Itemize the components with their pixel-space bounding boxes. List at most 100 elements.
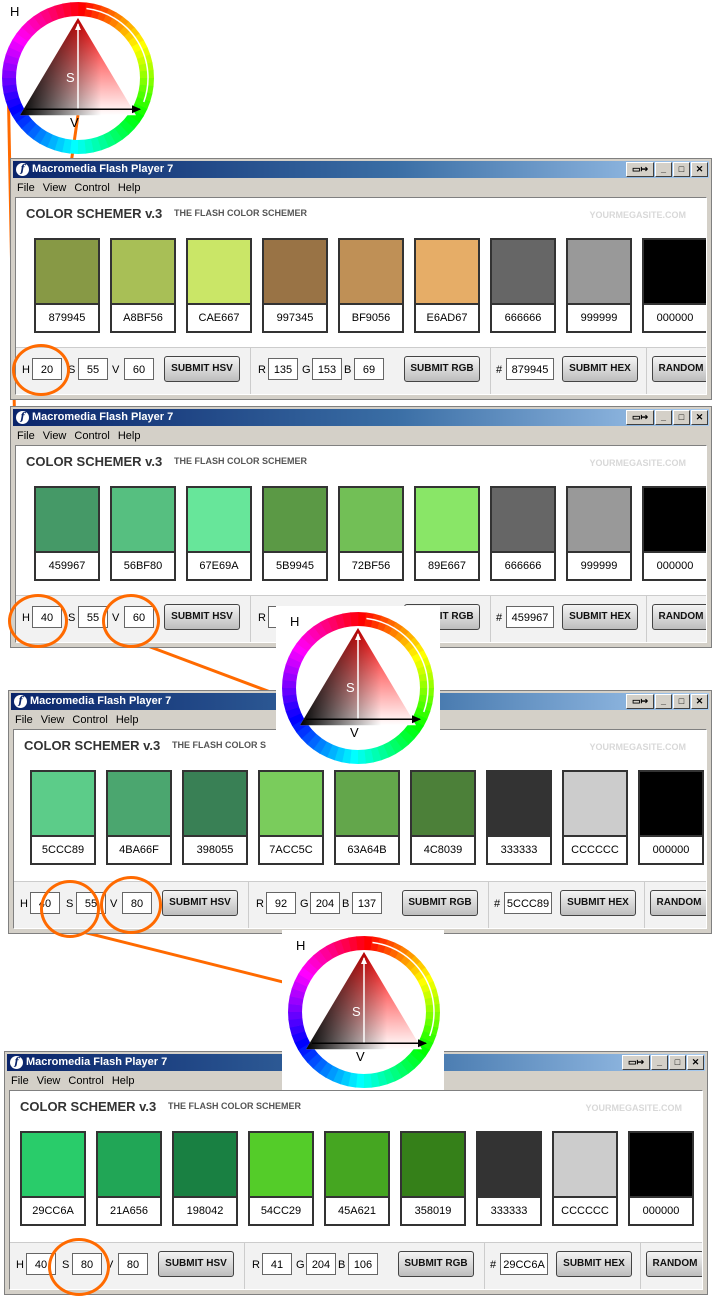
color-swatch[interactable]: CCCCCC — [552, 1131, 618, 1226]
fullscreen-icon[interactable]: ▭↦ — [622, 1055, 650, 1070]
submit-hex-button[interactable]: SUBMIT HEX — [560, 890, 636, 916]
color-swatch[interactable]: 4C8039 — [410, 770, 476, 865]
color-swatch[interactable]: CAE667 — [186, 238, 252, 333]
menu-view[interactable]: View — [43, 179, 67, 197]
minimize-button[interactable]: _ — [655, 410, 672, 425]
color-swatch[interactable]: 21A656 — [96, 1131, 162, 1226]
maximize-button[interactable]: □ — [673, 694, 690, 709]
color-swatch[interactable]: 000000 — [638, 770, 704, 865]
menu-control[interactable]: Control — [74, 179, 109, 197]
submit-hsv-button[interactable]: SUBMIT HSV — [158, 1251, 234, 1277]
color-swatch[interactable]: 56BF80 — [110, 486, 176, 581]
color-swatch[interactable]: 000000 — [642, 486, 706, 581]
submit-hsv-button[interactable]: SUBMIT HSV — [162, 890, 238, 916]
color-swatch[interactable]: CCCCCC — [562, 770, 628, 865]
hex-input[interactable]: 459967 — [506, 606, 554, 628]
color-swatch[interactable]: 333333 — [476, 1131, 542, 1226]
color-swatch[interactable]: 997345 — [262, 238, 328, 333]
submit-rgb-button[interactable]: SUBMIT RGB — [402, 890, 478, 916]
submit-hex-button[interactable]: SUBMIT HEX — [562, 604, 638, 630]
color-swatch[interactable]: 45A621 — [324, 1131, 390, 1226]
color-swatch[interactable]: E6AD67 — [414, 238, 480, 333]
g-input[interactable]: 153 — [312, 358, 342, 380]
r-input[interactable]: 41 — [262, 1253, 292, 1275]
color-swatch[interactable]: 67E69A — [186, 486, 252, 581]
color-swatch[interactable]: 999999 — [566, 486, 632, 581]
b-input[interactable]: 106 — [348, 1253, 378, 1275]
title-bar[interactable]: f Macromedia Flash Player 7 ▭↦ _ □ ✕ — [13, 161, 709, 178]
color-swatch[interactable]: 54CC29 — [248, 1131, 314, 1226]
menu-help[interactable]: Help — [118, 179, 141, 197]
hex-input[interactable]: 29CC6A — [500, 1253, 548, 1275]
submit-hex-button[interactable]: SUBMIT HEX — [562, 356, 638, 382]
color-swatch[interactable]: 000000 — [642, 238, 706, 333]
v-input[interactable]: 60 — [124, 358, 154, 380]
menu-help[interactable]: Help — [112, 1072, 135, 1090]
fullscreen-icon[interactable]: ▭↦ — [626, 162, 654, 177]
fullscreen-icon[interactable]: ▭↦ — [626, 410, 654, 425]
menu-control[interactable]: Control — [74, 427, 109, 445]
color-swatch[interactable]: 999999 — [566, 238, 632, 333]
color-swatch[interactable]: 879945 — [34, 238, 100, 333]
color-swatch[interactable]: 5CCC89 — [30, 770, 96, 865]
minimize-button[interactable]: _ — [655, 162, 672, 177]
g-input[interactable]: 204 — [310, 892, 340, 914]
menu-help[interactable]: Help — [116, 711, 139, 729]
color-swatch[interactable]: 398055 — [182, 770, 248, 865]
maximize-button[interactable]: □ — [673, 162, 690, 177]
menu-file[interactable]: File — [17, 427, 35, 445]
hex-input[interactable]: 5CCC89 — [504, 892, 552, 914]
color-swatch[interactable]: 333333 — [486, 770, 552, 865]
maximize-button[interactable]: □ — [673, 410, 690, 425]
color-swatch[interactable]: 4BA66F — [106, 770, 172, 865]
v-input[interactable]: 80 — [118, 1253, 148, 1275]
b-input[interactable]: 137 — [352, 892, 382, 914]
color-swatch[interactable]: 63A64B — [334, 770, 400, 865]
color-swatch[interactable]: 666666 — [490, 486, 556, 581]
color-swatch[interactable]: 7ACC5C — [258, 770, 324, 865]
g-input[interactable]: 204 — [306, 1253, 336, 1275]
minimize-button[interactable]: _ — [651, 1055, 668, 1070]
random-button[interactable]: RANDOM — [652, 604, 706, 630]
color-swatch[interactable]: 72BF56 — [338, 486, 404, 581]
submit-hsv-button[interactable]: SUBMIT HSV — [164, 356, 240, 382]
color-swatch[interactable]: 5B9945 — [262, 486, 328, 581]
hex-input[interactable]: 879945 — [506, 358, 554, 380]
submit-rgb-button[interactable]: SUBMIT RGB — [398, 1251, 474, 1277]
color-swatch[interactable]: 358019 — [400, 1131, 466, 1226]
fullscreen-icon[interactable]: ▭↦ — [626, 694, 654, 709]
menu-file[interactable]: File — [11, 1072, 29, 1090]
close-button[interactable]: ✕ — [687, 1055, 704, 1070]
r-input[interactable]: 135 — [268, 358, 298, 380]
submit-rgb-button[interactable]: SUBMIT RGB — [404, 356, 480, 382]
s-input[interactable]: 55 — [78, 358, 108, 380]
menu-help[interactable]: Help — [118, 427, 141, 445]
close-button[interactable]: ✕ — [691, 410, 708, 425]
maximize-button[interactable]: □ — [669, 1055, 686, 1070]
color-swatch[interactable]: 459967 — [34, 486, 100, 581]
color-swatch[interactable]: 000000 — [628, 1131, 694, 1226]
color-swatch[interactable]: 198042 — [172, 1131, 238, 1226]
color-swatch[interactable]: BF9056 — [338, 238, 404, 333]
color-swatch[interactable]: A8BF56 — [110, 238, 176, 333]
title-bar[interactable]: f Macromedia Flash Player 7 ▭↦ _ □ ✕ — [13, 409, 709, 426]
color-swatch[interactable]: 666666 — [490, 238, 556, 333]
menu-control[interactable]: Control — [72, 711, 107, 729]
b-input[interactable]: 69 — [354, 358, 384, 380]
submit-hex-button[interactable]: SUBMIT HEX — [556, 1251, 632, 1277]
close-button[interactable]: ✕ — [691, 162, 708, 177]
random-button[interactable]: RANDOM — [646, 1251, 702, 1277]
menu-view[interactable]: View — [41, 711, 65, 729]
r-input[interactable]: 92 — [266, 892, 296, 914]
random-button[interactable]: RANDOM — [652, 356, 706, 382]
color-swatch[interactable]: 29CC6A — [20, 1131, 86, 1226]
random-button[interactable]: RANDOM — [650, 890, 706, 916]
minimize-button[interactable]: _ — [655, 694, 672, 709]
submit-hsv-button[interactable]: SUBMIT HSV — [164, 604, 240, 630]
menu-view[interactable]: View — [37, 1072, 61, 1090]
menu-file[interactable]: File — [15, 711, 33, 729]
color-swatch[interactable]: 89E667 — [414, 486, 480, 581]
menu-view[interactable]: View — [43, 427, 67, 445]
menu-file[interactable]: File — [17, 179, 35, 197]
close-button[interactable]: ✕ — [691, 694, 708, 709]
